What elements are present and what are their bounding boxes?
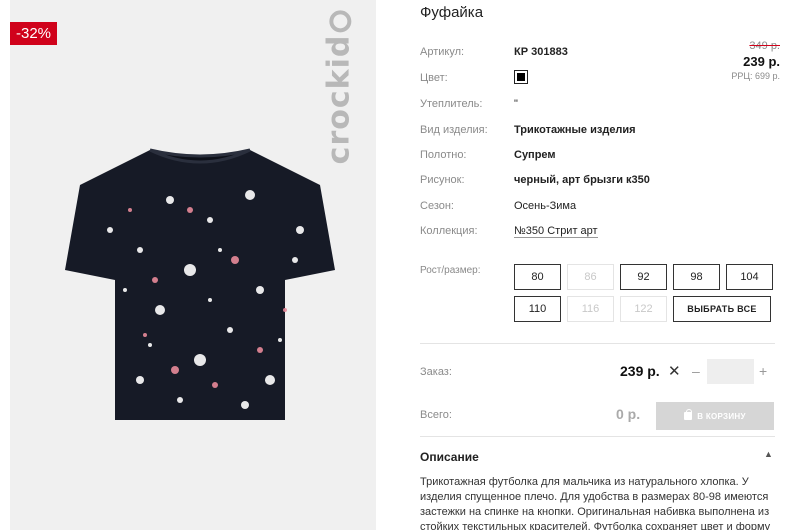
order-label: Заказ: bbox=[420, 366, 452, 378]
divider bbox=[420, 343, 775, 344]
size-option-disabled: 86 bbox=[567, 264, 614, 290]
old-price: 349 р. bbox=[749, 40, 780, 52]
rrc-price: РРЦ: 699 р. bbox=[731, 71, 780, 81]
multiply-icon: ✕ bbox=[668, 363, 681, 380]
size-option-disabled: 116 bbox=[567, 296, 614, 322]
attr-label: Артикул: bbox=[420, 46, 465, 58]
size-option[interactable]: 104 bbox=[726, 264, 773, 290]
discount-badge: -32% bbox=[10, 22, 58, 45]
size-option[interactable]: 92 bbox=[620, 264, 667, 290]
attr-label: Сезон: bbox=[420, 200, 454, 212]
add-to-cart-button[interactable]: В КОРЗИНУ bbox=[656, 402, 774, 430]
increment-button[interactable]: + bbox=[759, 363, 767, 379]
order-price: 239 р. bbox=[620, 363, 660, 379]
description-heading[interactable]: Описание bbox=[420, 450, 479, 464]
attr-value: черный, арт брызги к350 bbox=[514, 174, 650, 186]
size-option-disabled: 122 bbox=[620, 296, 667, 322]
attr-value: КР 301883 bbox=[514, 46, 568, 58]
size-option[interactable]: 110 bbox=[514, 296, 561, 322]
total-value: 0 р. bbox=[616, 406, 641, 422]
attr-label: Рисунок: bbox=[420, 174, 465, 186]
size-option[interactable]: 80 bbox=[514, 264, 561, 290]
size-option[interactable]: 98 bbox=[673, 264, 720, 290]
description-text: Трикотажная футболка для мальчика из нат… bbox=[420, 476, 771, 530]
product-info: Фуфайка 349 р. 239 р. РРЦ: 699 р. Артику… bbox=[420, 0, 780, 530]
tshirt-illustration bbox=[65, 148, 335, 420]
color-swatch[interactable] bbox=[514, 70, 528, 84]
attr-value: Трикотажные изделия bbox=[514, 124, 636, 136]
attr-label: Утеплитель: bbox=[420, 98, 483, 110]
attr-value: Супрем bbox=[514, 149, 556, 161]
attr-label: Цвет: bbox=[420, 72, 448, 84]
size-label: Рост/размер: bbox=[420, 265, 481, 276]
select-all-sizes-button[interactable]: ВЫБРАТЬ ВСЕ bbox=[673, 296, 771, 322]
attr-label: Вид изделия: bbox=[420, 124, 488, 136]
chevron-up-icon[interactable]: ▲ bbox=[764, 449, 773, 459]
current-price: 239 р. bbox=[743, 54, 780, 69]
product-title: Фуфайка bbox=[420, 4, 484, 21]
attr-label: Полотно: bbox=[420, 149, 467, 161]
attr-value: Осень-Зима bbox=[514, 200, 577, 212]
divider bbox=[420, 436, 775, 437]
decrement-button[interactable]: – bbox=[692, 363, 700, 379]
attr-label: Коллекция: bbox=[420, 225, 478, 237]
attr-value: " bbox=[514, 98, 518, 110]
total-label: Всего: bbox=[420, 409, 452, 421]
price-block: 349 р. 239 р. РРЦ: 699 р. bbox=[731, 40, 780, 81]
cart-icon bbox=[684, 409, 693, 420]
add-to-cart-label: В КОРЗИНУ bbox=[697, 411, 746, 421]
quantity-input[interactable] bbox=[707, 359, 754, 384]
product-image[interactable]: -32% crockid bbox=[10, 0, 376, 530]
collection-link[interactable]: №350 Стрит арт bbox=[514, 225, 598, 238]
